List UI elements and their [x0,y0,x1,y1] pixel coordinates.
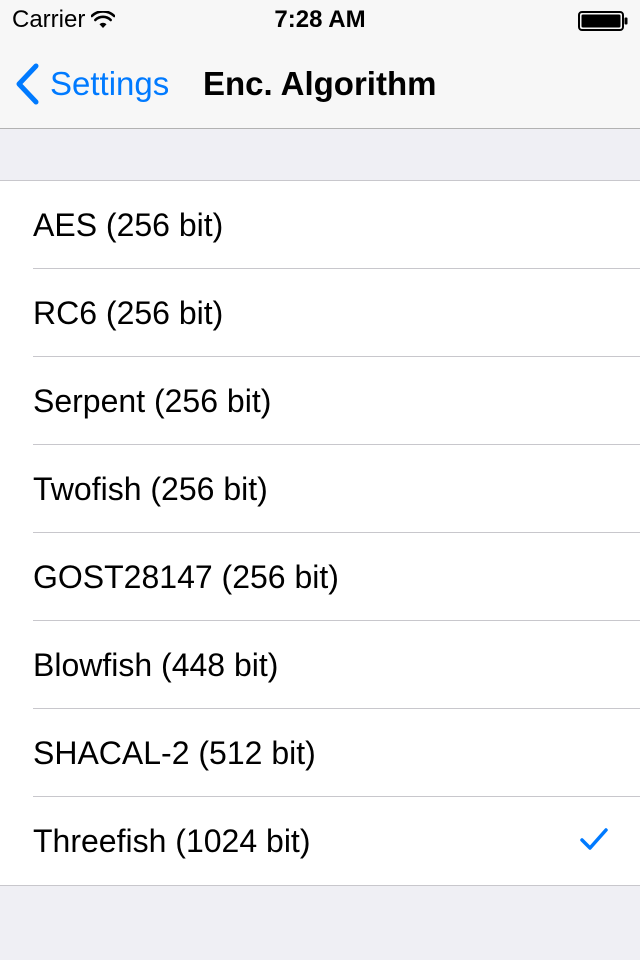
list-item[interactable]: Threefish (1024 bit) [0,797,640,885]
algorithm-label: SHACAL-2 (512 bit) [33,735,316,771]
navigation-bar: Settings Enc. Algorithm [0,40,640,129]
page-title: Enc. Algorithm [203,65,437,102]
list-item[interactable]: AES (256 bit) [0,181,640,269]
algorithm-label: Twofish (256 bit) [33,471,268,507]
algorithm-label: GOST28147 (256 bit) [33,559,339,595]
checkmark-icon [580,828,608,850]
back-button[interactable]: Settings [14,62,169,106]
list-item[interactable]: Serpent (256 bit) [0,357,640,445]
back-button-label: Settings [50,65,170,102]
list-item[interactable]: Blowfish (448 bit) [0,621,640,709]
algorithm-label: AES (256 bit) [33,207,224,243]
status-time: 7:28 AM [274,6,366,33]
list-item[interactable]: RC6 (256 bit) [0,269,640,357]
algorithm-list: AES (256 bit) RC6 (256 bit) Serpent (256 b… [0,180,640,886]
list-item[interactable]: Twofish (256 bit) [0,445,640,533]
list-item[interactable]: SHACAL-2 (512 bit) [0,709,640,797]
algorithm-label: Serpent (256 bit) [33,383,272,419]
algorithm-label: Threefish (1024 bit) [33,823,311,859]
list-item[interactable]: GOST28147 (256 bit) [0,533,640,621]
chevron-left-icon [16,63,39,105]
battery-icon [578,11,628,31]
algorithm-label: RC6 (256 bit) [33,295,224,331]
section-spacer [0,129,640,180]
algorithm-label: Blowfish (448 bit) [33,647,279,683]
status-bar: Carrier 7:28 AM [0,0,640,40]
